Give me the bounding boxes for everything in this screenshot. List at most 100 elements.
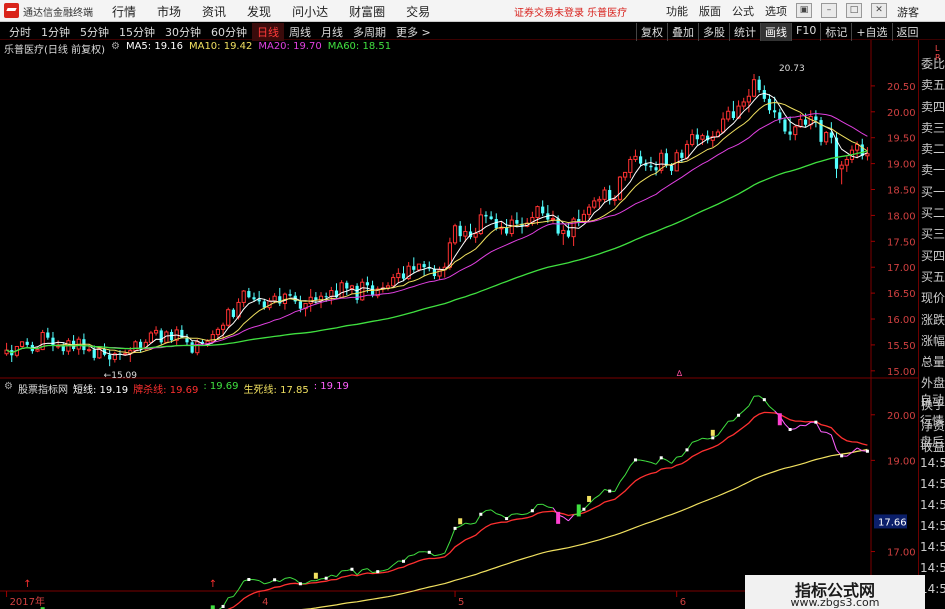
short-line-segment [743, 405, 750, 412]
gear-icon[interactable]: ⚙ [111, 41, 120, 55]
candle-body [345, 282, 349, 289]
short-line-dot [633, 458, 637, 462]
tool-button[interactable]: 画线 [760, 23, 791, 41]
short-line-segment [264, 582, 270, 585]
candle-body [690, 134, 695, 145]
short-line-segment [671, 456, 678, 464]
short-line-segment [702, 437, 708, 440]
candle-body [499, 227, 504, 230]
menu-item[interactable]: 资讯 [202, 3, 226, 19]
menu-item[interactable]: 市场 [157, 3, 181, 19]
sub-panel-row[interactable]: 盘后 [919, 432, 945, 453]
short-line-segment [547, 506, 554, 509]
short-line-segment [387, 564, 394, 570]
candle-body [257, 299, 261, 302]
candle-body [720, 118, 726, 133]
period-tab[interactable]: 分时 [4, 23, 36, 41]
short-line-segment [542, 503, 549, 508]
candle-body [473, 233, 478, 238]
candle-body [241, 290, 246, 303]
short-line-segment [619, 474, 626, 483]
period-tab[interactable]: 更多 > [391, 23, 436, 41]
sell-signal-bar [556, 511, 561, 524]
gear-icon[interactable]: ⚙ [4, 381, 13, 396]
short-line-segment [650, 461, 657, 465]
low-price-label: ←15.09 [104, 371, 138, 381]
period-tab[interactable]: 周线 [284, 23, 316, 41]
short-line-segment [645, 460, 652, 463]
short-line-segment [289, 577, 296, 581]
indicator-legend-item: 生死线: 17.85 [243, 385, 309, 396]
short-line-segment [794, 424, 801, 430]
period-tab[interactable]: 多周期 [348, 23, 391, 41]
period-tab[interactable]: 60分钟 [206, 23, 252, 41]
candle-body [597, 198, 602, 202]
period-tab[interactable]: 日线 [252, 23, 284, 41]
short-line-segment [284, 577, 291, 579]
quote-row-label: 卖一 [921, 163, 945, 178]
watermark: 指标公式网 www.zbgs3.com [745, 575, 925, 609]
guest-label[interactable]: 游客 [897, 4, 919, 20]
short-line-segment [562, 516, 569, 522]
candle-body [215, 328, 221, 336]
tool-button[interactable]: 多股 [698, 23, 729, 41]
menu-item[interactable]: 问小达 [292, 3, 328, 19]
price-tick-label: 15.50 [887, 341, 916, 352]
sub-panel-row[interactable]: 自动 [919, 390, 945, 411]
restore-icon[interactable]: ▣ [796, 3, 812, 18]
menu-item[interactable]: 发现 [247, 3, 271, 19]
breakout-mark [458, 518, 463, 525]
short-line-segment [830, 434, 837, 451]
period-tab[interactable]: 月线 [316, 23, 348, 41]
quote-row-label: 买三 [921, 227, 945, 242]
right-menu-item[interactable]: 功能 [666, 3, 688, 19]
short-line-segment [521, 513, 528, 516]
candle-body [617, 176, 623, 200]
short-line-segment [805, 421, 811, 427]
short-line-segment [408, 554, 414, 557]
right-menu-item[interactable]: 公式 [732, 3, 754, 19]
sub-panel-row[interactable]: 行情 [919, 411, 945, 432]
tool-button[interactable]: 统计 [729, 23, 760, 41]
chart-area[interactable]: 20.50 20.00 19.50 19.00 18.50 18.00 17.50 17.00… [0, 40, 918, 609]
period-tab[interactable]: 5分钟 [75, 23, 114, 41]
short-line-segment [413, 551, 420, 556]
price-tick-label: 16.00 [887, 315, 916, 326]
candle-body [865, 153, 870, 157]
right-menu-item[interactable]: 版面 [699, 3, 721, 19]
minimize-icon[interactable]: – [821, 3, 837, 18]
indicator-name[interactable]: 股票指标网 [18, 381, 68, 396]
quote-row-label: 涨跌 [921, 312, 945, 327]
candle-body [133, 341, 138, 352]
tool-button[interactable]: 叠加 [667, 23, 698, 41]
short-line-segment [614, 481, 621, 492]
close-icon[interactable]: ✕ [871, 3, 887, 18]
tool-button[interactable]: 复权 [636, 23, 667, 41]
period-tab[interactable]: 15分钟 [114, 23, 160, 41]
maximize-icon[interactable]: □ [846, 3, 862, 18]
candle-body [824, 132, 829, 143]
menu-item[interactable]: 财富圈 [349, 3, 385, 19]
tool-button[interactable]: 标记 [820, 23, 851, 41]
menu-item[interactable]: 交易 [406, 3, 430, 19]
period-tab[interactable]: 30分钟 [160, 23, 206, 41]
candle-body [108, 354, 112, 360]
stock-name[interactable]: 乐普医疗(日线 前复权) [4, 41, 105, 56]
menu-item[interactable]: 行情 [112, 3, 136, 19]
login-alert[interactable]: 证券交易未登录 乐普医疗 [514, 4, 627, 19]
indicator-legend-item: : 19.19 [313, 381, 349, 392]
short-line-dot [324, 576, 328, 580]
short-line-segment [516, 513, 523, 516]
short-line-dot [582, 507, 586, 511]
tool-button[interactable]: F10 [791, 23, 820, 41]
short-line-dot [247, 577, 251, 581]
ma-legend-item: MA20: 19.70 [258, 41, 322, 52]
tool-button[interactable]: +自选 [851, 23, 891, 41]
short-line-segment [362, 568, 368, 571]
period-tab[interactable]: 1分钟 [36, 23, 75, 41]
tool-button[interactable]: 返回 [891, 23, 923, 41]
app-title: 通达信金融终端 [23, 8, 93, 19]
short-line-dot [350, 567, 354, 571]
right-menu-item[interactable]: 选项 [765, 3, 787, 19]
candle-body [422, 264, 426, 268]
